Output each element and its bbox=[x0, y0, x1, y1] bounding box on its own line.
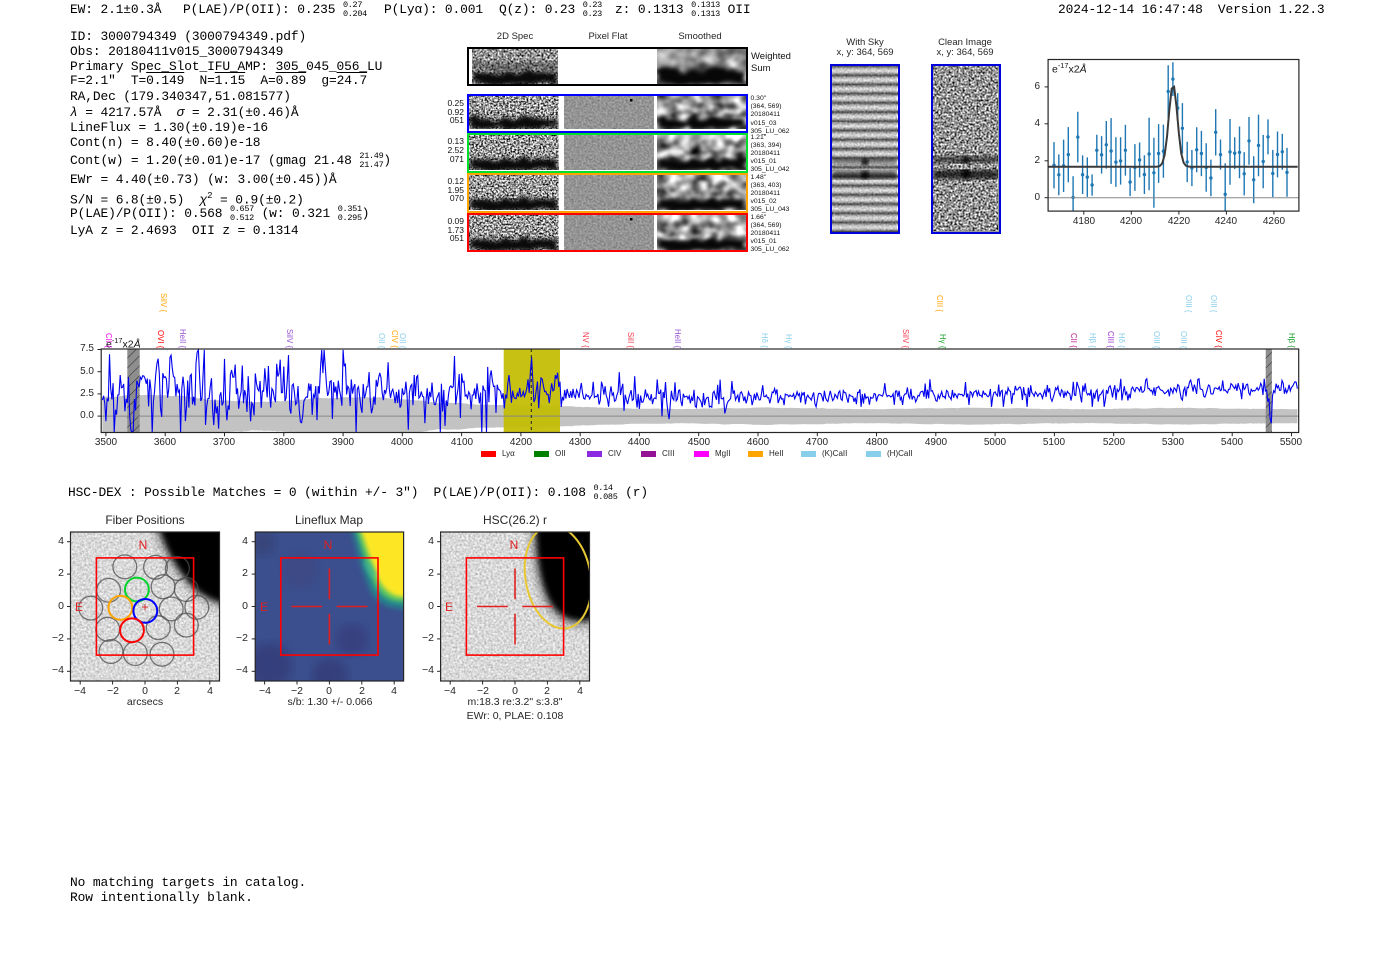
svg-text:N: N bbox=[139, 538, 148, 552]
svg-text:E: E bbox=[445, 600, 453, 614]
svg-text:E: E bbox=[75, 600, 83, 614]
svg-text:N: N bbox=[510, 538, 519, 552]
svg-text:N: N bbox=[324, 538, 333, 552]
svg-text:+: + bbox=[141, 600, 148, 614]
svg-text:E: E bbox=[260, 600, 268, 614]
